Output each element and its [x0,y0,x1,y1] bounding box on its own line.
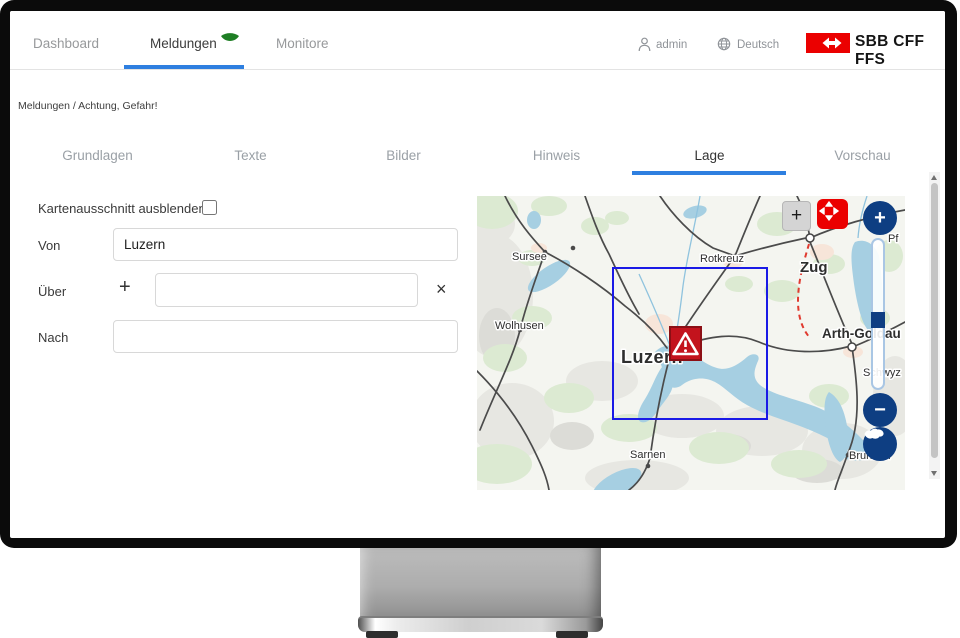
user-menu[interactable]: admin [656,39,687,51]
hide-map-label: Kartenausschnitt ausblenden [38,201,206,216]
map-label-wolhusen: Wolhusen [495,320,544,332]
active-nav-underline [124,65,244,69]
screen: Dashboard Meldungen Monitore admin Deuts… [10,11,945,538]
tab-vorschau[interactable]: Vorschau [786,148,939,163]
map-graphics: Sursee Wolhusen Rotkreuz Zug Luzern Arth… [477,196,905,490]
reset-extent-button[interactable] [863,427,897,461]
map-label-sarnen: Sarnen [630,449,665,461]
add-via-button[interactable]: + [119,277,131,297]
scrollbar-thumb[interactable] [931,183,938,458]
zoom-slider-handle[interactable] [871,312,885,328]
nach-label: Nach [38,330,68,345]
tab-lage[interactable]: Lage [633,148,786,163]
zoom-out-button[interactable]: − [863,393,897,427]
monitor-frame: Dashboard Meldungen Monitore admin Deuts… [0,0,957,548]
map-label-pfaeffikon-partial: Pf [888,233,899,245]
language-menu[interactable]: Deutsch [737,39,779,51]
move-arrows-icon [817,199,841,223]
brand-wordmark: SBB CFF FFS [855,33,945,69]
nach-input[interactable] [113,320,458,353]
nav-item-monitore[interactable]: Monitore [276,36,329,51]
monitor-foot-left [366,631,398,638]
tab-texte[interactable]: Texte [174,148,327,163]
map-label-arth-goldau: Arth-Goldau [822,326,901,341]
zoom-in-button[interactable]: + [863,201,897,235]
draw-extent-button[interactable]: + [782,201,811,231]
von-label: Von [38,238,60,253]
switzerland-icon [863,427,885,441]
map-label-zug: Zug [800,259,828,276]
map-canvas[interactable]: Sursee Wolhusen Rotkreuz Zug Luzern Arth… [477,196,905,490]
user-icon [638,37,651,57]
globe-icon [717,37,731,56]
pan-mode-button[interactable] [817,199,848,229]
nav-item-meldungen[interactable]: Meldungen [150,36,217,51]
page-scrollbar[interactable] [929,172,940,479]
monitor-base [358,616,603,632]
nav-item-dashboard[interactable]: Dashboard [33,36,99,51]
breadcrumb: Meldungen / Achtung, Gefahr! [18,100,158,112]
scrollbar-down-icon[interactable] [931,471,937,476]
map-label-sursee: Sursee [512,251,547,263]
active-tab-underline [632,171,786,175]
meldungen-badge-icon [220,30,240,40]
monitor-foot-right [556,631,588,638]
sbb-logo-icon [806,33,850,53]
warning-marker-icon[interactable] [670,327,701,360]
tab-grundlagen[interactable]: Grundlagen [21,148,174,163]
ueber-input[interactable] [155,273,418,307]
hide-map-checkbox[interactable] [202,200,217,215]
map-label-rotkreuz: Rotkreuz [700,253,744,265]
monitor-stand [360,548,601,618]
tab-hinweis[interactable]: Hinweis [480,148,633,163]
ueber-label: Über [38,284,66,299]
scrollbar-up-icon[interactable] [931,175,937,180]
app-header: Dashboard Meldungen Monitore admin Deuts… [10,11,945,70]
von-input[interactable] [113,228,458,261]
tab-bilder[interactable]: Bilder [327,148,480,163]
clear-via-button[interactable]: × [436,280,447,298]
